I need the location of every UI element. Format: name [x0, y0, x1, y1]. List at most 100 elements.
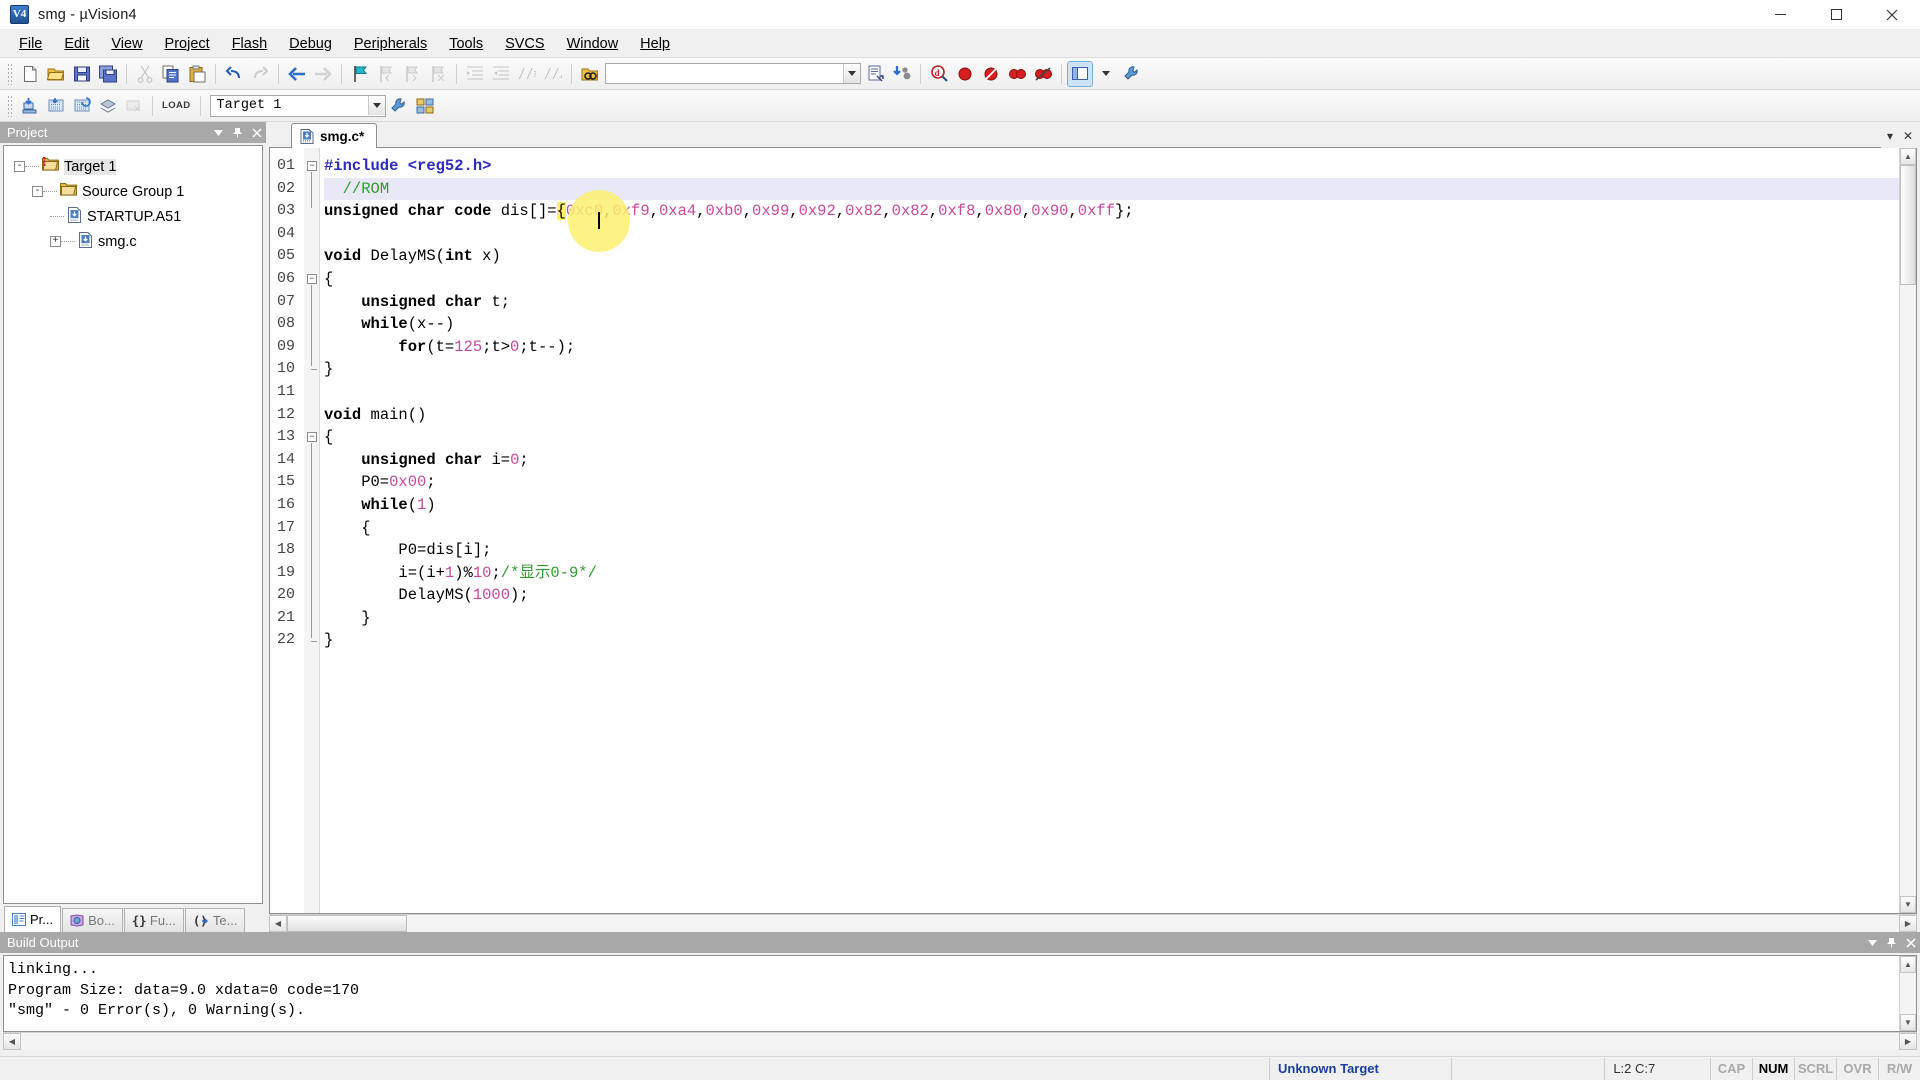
code-line[interactable]: }	[324, 358, 1899, 381]
breakpoint-disable-all-icon[interactable]	[1004, 61, 1030, 87]
menu-window[interactable]: Window	[556, 32, 630, 56]
code-line[interactable]: {	[324, 426, 1899, 449]
scroll-right-button[interactable]: ▶	[1899, 1033, 1917, 1050]
outdent-icon[interactable]	[488, 61, 514, 87]
configure-icon[interactable]	[889, 61, 915, 87]
indent-icon[interactable]	[462, 61, 488, 87]
bookmark-toggle-icon[interactable]	[347, 61, 373, 87]
menu-tools[interactable]: Tools	[438, 32, 494, 56]
code-line[interactable]: {	[324, 517, 1899, 540]
code-text[interactable]: #include <reg52.h> //ROM unsigned char co…	[320, 148, 1899, 913]
target-select[interactable]: Target 1	[209, 94, 386, 117]
search-input[interactable]	[606, 64, 843, 83]
fold-toggle-icon[interactable]: −	[307, 161, 317, 171]
scroll-down-button[interactable]: ▼	[1900, 1014, 1916, 1031]
scroll-thumb[interactable]	[1900, 165, 1916, 285]
download-to-flash-button[interactable]: LOAD	[158, 95, 195, 117]
tree-toggle[interactable]: -	[32, 186, 43, 197]
project-tree[interactable]: - Target 1 - Source Group 1 STARTUP.A51 …	[3, 145, 263, 904]
menu-svcs[interactable]: SVCS	[494, 32, 556, 56]
menu-file[interactable]: File	[8, 32, 53, 56]
scroll-track[interactable]	[21, 1033, 1899, 1050]
menu-edit[interactable]: Edit	[53, 32, 100, 56]
menu-help[interactable]: Help	[629, 32, 681, 56]
open-file-icon[interactable]	[43, 61, 69, 87]
search-dropdown-arrow[interactable]	[843, 64, 860, 83]
code-line[interactable]: for(t=125;t>0;t--);	[324, 336, 1899, 359]
pin-icon[interactable]	[1882, 933, 1901, 952]
maximize-button[interactable]	[1808, 0, 1864, 30]
tabbar-list-icon[interactable]: ▾	[1881, 127, 1899, 145]
paste-icon[interactable]	[184, 61, 210, 87]
tab-project[interactable]: Pr...	[4, 906, 62, 932]
scroll-thumb[interactable]	[287, 915, 407, 932]
pin-icon[interactable]	[228, 123, 247, 142]
fold-toggle-icon[interactable]: −	[307, 274, 317, 284]
code-line[interactable]: unsigned char t;	[324, 291, 1899, 314]
chevron-down-icon[interactable]	[209, 123, 228, 142]
scroll-down-button[interactable]: ▼	[1900, 896, 1916, 913]
build-vertical-scrollbar[interactable]: ▲ ▼	[1899, 956, 1916, 1031]
code-line[interactable]: i=(i+1)%10;/*显示0-9*/	[324, 562, 1899, 585]
find-icon[interactable]: d	[926, 61, 952, 87]
code-line[interactable]	[324, 223, 1899, 246]
tree-item-startup-a51[interactable]: STARTUP.A51	[4, 204, 262, 229]
menu-project[interactable]: Project	[154, 32, 221, 56]
scroll-right-button[interactable]: ▶	[1899, 915, 1917, 932]
editor-vertical-scrollbar[interactable]: ▲ ▼	[1899, 148, 1916, 913]
code-line[interactable]: unsigned char i=0;	[324, 449, 1899, 472]
scroll-left-button[interactable]: ◀	[3, 1033, 21, 1050]
configure-target-icon[interactable]	[1119, 61, 1145, 87]
scroll-track[interactable]	[407, 915, 1899, 932]
tab-books[interactable]: Bo...	[62, 908, 123, 932]
tree-item-smg-c[interactable]: + smg.c	[4, 229, 262, 254]
code-line[interactable]: void DelayMS(int x)	[324, 245, 1899, 268]
code-line[interactable]: P0=dis[i];	[324, 539, 1899, 562]
code-line[interactable]: #include <reg52.h>	[324, 155, 1899, 178]
breakpoint-icon[interactable]	[952, 61, 978, 87]
navigate-forward-icon[interactable]	[310, 61, 336, 87]
new-file-icon[interactable]	[17, 61, 43, 87]
tab-templates[interactable]: () Te...	[184, 908, 246, 932]
close-icon[interactable]	[247, 123, 266, 142]
menu-debug[interactable]: Debug	[278, 32, 343, 56]
fold-toggle-icon[interactable]: −	[307, 432, 317, 443]
tree-toggle[interactable]: +	[50, 236, 61, 247]
scroll-up-button[interactable]: ▲	[1900, 956, 1916, 973]
editor-tab-smg-c[interactable]: smg.c*	[291, 123, 378, 148]
scroll-left-button[interactable]: ◀	[269, 915, 287, 932]
code-line[interactable]: }	[324, 629, 1899, 652]
source-browse-icon[interactable]	[863, 61, 889, 87]
save-all-icon[interactable]	[95, 61, 121, 87]
find-in-files-icon[interactable]	[577, 61, 603, 87]
code-line[interactable]: {	[324, 268, 1899, 291]
editor-horizontal-scrollbar[interactable]: ◀ ▶	[269, 914, 1917, 932]
target-options-icon[interactable]	[386, 93, 412, 119]
breakpoint-kill-all-icon[interactable]	[1030, 61, 1056, 87]
stop-build-icon[interactable]	[121, 93, 147, 119]
window-layout-icon[interactable]	[1067, 60, 1093, 87]
redo-icon[interactable]	[247, 61, 273, 87]
tree-toggle[interactable]: -	[14, 161, 25, 172]
batch-build-icon[interactable]	[95, 93, 121, 119]
chevron-down-icon[interactable]	[1863, 933, 1882, 952]
close-icon[interactable]	[1901, 933, 1920, 952]
bookmark-next-icon[interactable]	[399, 61, 425, 87]
bookmark-prev-icon[interactable]	[373, 61, 399, 87]
chevron-down-icon[interactable]	[1093, 61, 1119, 87]
cut-icon[interactable]	[132, 61, 158, 87]
save-icon[interactable]	[69, 61, 95, 87]
tree-item-target-1[interactable]: - Target 1	[4, 154, 262, 179]
build-target-icon[interactable]	[43, 93, 69, 119]
menu-peripherals[interactable]: Peripherals	[343, 32, 438, 56]
copy-icon[interactable]	[158, 61, 184, 87]
tree-item-source-group-1[interactable]: - Source Group 1	[4, 179, 262, 204]
rebuild-all-icon[interactable]	[69, 93, 95, 119]
comment-icon[interactable]: //≡	[514, 61, 540, 87]
menu-flash[interactable]: Flash	[221, 32, 278, 56]
translate-file-icon[interactable]	[17, 93, 43, 119]
code-line[interactable]: while(x--)	[324, 313, 1899, 336]
code-line[interactable]: while(1)	[324, 494, 1899, 517]
code-line[interactable]: P0=0x00;	[324, 471, 1899, 494]
build-horizontal-scrollbar[interactable]: ◀ ▶	[3, 1032, 1917, 1050]
